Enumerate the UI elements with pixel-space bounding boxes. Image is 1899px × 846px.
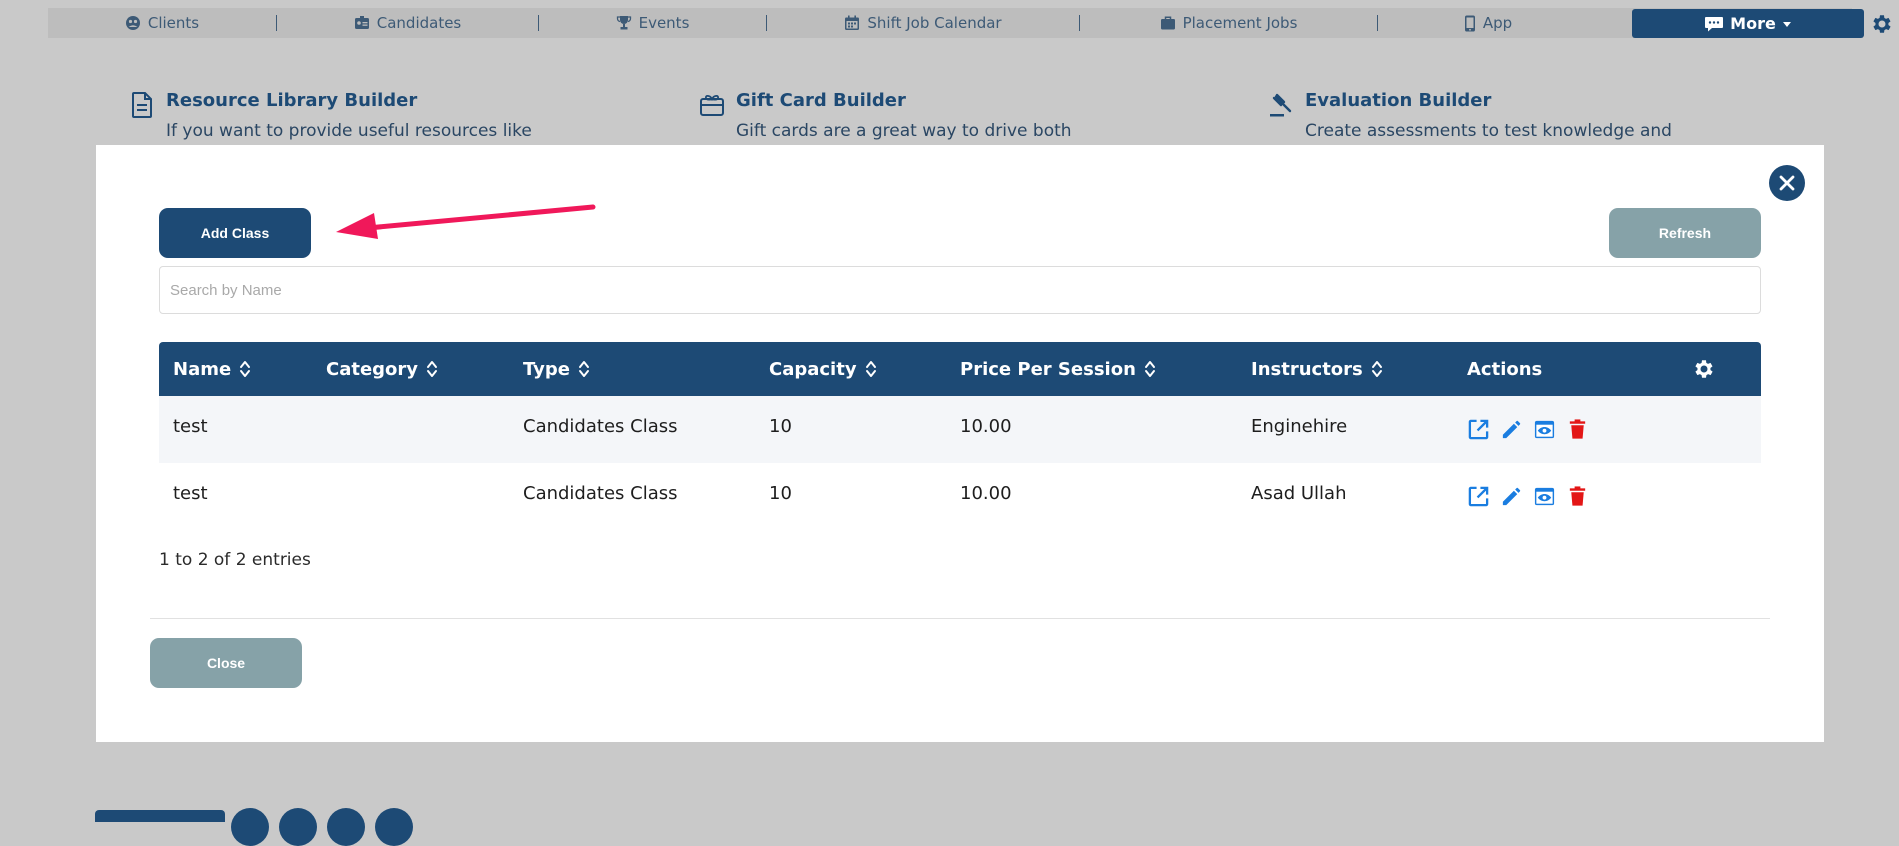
nav-item-events[interactable]: Events xyxy=(539,8,766,38)
more-menu-button[interactable]: More xyxy=(1632,9,1864,38)
bottom-round-button[interactable] xyxy=(279,808,317,846)
column-label: Actions xyxy=(1467,358,1543,380)
column-header-price-per-session[interactable]: Price Per Session xyxy=(960,342,1156,396)
calendar-icon xyxy=(845,15,860,30)
entries-count: 1 to 2 of 2 entries xyxy=(159,550,311,570)
cell-name: test xyxy=(173,415,208,437)
nav-item-shift-job-calendar[interactable]: Shift Job Calendar xyxy=(767,8,1079,38)
sort-icon xyxy=(578,361,589,377)
nav-item-candidates[interactable]: Candidates xyxy=(277,8,538,38)
cell-price: 10.00 xyxy=(960,482,1012,504)
clients-icon xyxy=(125,16,140,30)
open-external-icon[interactable] xyxy=(1467,485,1490,508)
nav-item-app[interactable]: App xyxy=(1378,8,1598,38)
builder-description: If you want to provide useful resources … xyxy=(166,121,532,141)
nav-label-clients: Clients xyxy=(147,14,200,32)
column-label: Type xyxy=(523,358,570,380)
delete-trash-icon[interactable] xyxy=(1566,418,1589,441)
preview-eye-icon[interactable] xyxy=(1533,418,1556,441)
column-label: Capacity xyxy=(769,358,857,380)
column-header-category[interactable]: Category xyxy=(326,342,438,396)
document-icon xyxy=(132,92,152,118)
builder-description: Gift cards are a great way to drive both xyxy=(736,121,1072,141)
edit-pencil-icon[interactable] xyxy=(1500,485,1523,508)
column-header-name[interactable]: Name xyxy=(173,342,251,396)
table-row: test Candidates Class 10 10.00 Asad Ulla… xyxy=(159,463,1761,530)
nav-label-placement-jobs: Placement Jobs xyxy=(1182,14,1298,32)
nav-label-candidates: Candidates xyxy=(376,14,462,32)
classes-table: Name Category Type Capacity Price Per Se… xyxy=(159,342,1761,530)
nav-label-app: App xyxy=(1482,14,1513,32)
nav-item-placement-jobs[interactable]: Placement Jobs xyxy=(1080,8,1377,38)
id-badge-icon xyxy=(354,16,369,29)
cell-name: test xyxy=(173,482,208,504)
sort-icon xyxy=(427,361,438,377)
gavel-icon xyxy=(1270,93,1292,117)
briefcase-icon xyxy=(1160,16,1175,30)
close-icon xyxy=(1779,175,1795,191)
cell-actions xyxy=(1467,466,1589,526)
delete-trash-icon[interactable] xyxy=(1566,485,1589,508)
column-settings-gear-icon[interactable] xyxy=(1692,357,1716,381)
bottom-action-bar[interactable] xyxy=(95,810,225,822)
trophy-icon xyxy=(616,16,631,30)
footer-divider xyxy=(150,618,1770,619)
search-input[interactable] xyxy=(159,266,1761,314)
add-class-button[interactable]: Add Class xyxy=(159,208,311,258)
modal-close-button[interactable] xyxy=(1769,165,1805,201)
sort-icon xyxy=(1144,361,1155,377)
phone-icon xyxy=(1464,15,1475,31)
annotation-arrow-icon xyxy=(336,204,596,239)
bottom-round-button[interactable] xyxy=(327,808,365,846)
column-header-actions: Actions xyxy=(1467,342,1542,396)
column-label: Instructors xyxy=(1251,358,1363,380)
sort-icon xyxy=(1371,361,1382,377)
refresh-button[interactable]: Refresh xyxy=(1609,208,1761,258)
top-nav: Clients Candidates Events Shift Job Cale… xyxy=(48,8,1891,38)
chat-icon xyxy=(1705,16,1724,31)
builder-description: Create assessments to test knowledge and xyxy=(1305,121,1672,141)
cell-actions xyxy=(1467,399,1589,459)
column-header-instructors[interactable]: Instructors xyxy=(1251,342,1383,396)
preview-eye-icon[interactable] xyxy=(1533,485,1556,508)
builder-title: Gift Card Builder xyxy=(736,90,906,111)
column-label: Price Per Session xyxy=(960,358,1136,380)
close-button[interactable]: Close xyxy=(150,638,302,688)
cell-capacity: 10 xyxy=(769,415,792,437)
sort-icon xyxy=(240,361,251,377)
cell-instructors: Enginehire xyxy=(1251,415,1348,437)
column-header-type[interactable]: Type xyxy=(523,342,590,396)
cell-type: Candidates Class xyxy=(523,482,678,504)
classes-modal: Add Class Refresh Name Category Type Cap… xyxy=(96,145,1824,742)
bottom-round-button[interactable] xyxy=(375,808,413,846)
builder-title: Resource Library Builder xyxy=(166,90,418,111)
more-label: More xyxy=(1730,14,1776,33)
sort-icon xyxy=(865,361,876,377)
settings-gear-icon[interactable] xyxy=(1870,12,1894,36)
gift-card-icon xyxy=(700,94,724,116)
table-row: test Candidates Class 10 10.00 Enginehir… xyxy=(159,396,1761,463)
cell-price: 10.00 xyxy=(960,415,1012,437)
open-external-icon[interactable] xyxy=(1467,418,1490,441)
bottom-round-button[interactable] xyxy=(231,808,269,846)
caret-down-icon xyxy=(1782,21,1791,27)
nav-label-events: Events xyxy=(638,14,690,32)
builder-title: Evaluation Builder xyxy=(1305,90,1492,111)
nav-item-clients[interactable]: Clients xyxy=(48,8,276,38)
cell-type: Candidates Class xyxy=(523,415,678,437)
cell-capacity: 10 xyxy=(769,482,792,504)
edit-pencil-icon[interactable] xyxy=(1500,418,1523,441)
column-label: Category xyxy=(326,358,419,380)
column-header-capacity[interactable]: Capacity xyxy=(769,342,877,396)
table-header: Name Category Type Capacity Price Per Se… xyxy=(159,342,1761,396)
cell-instructors: Asad Ullah xyxy=(1251,482,1347,504)
nav-label-shift-job-calendar: Shift Job Calendar xyxy=(867,14,1002,32)
column-label: Name xyxy=(173,358,232,380)
